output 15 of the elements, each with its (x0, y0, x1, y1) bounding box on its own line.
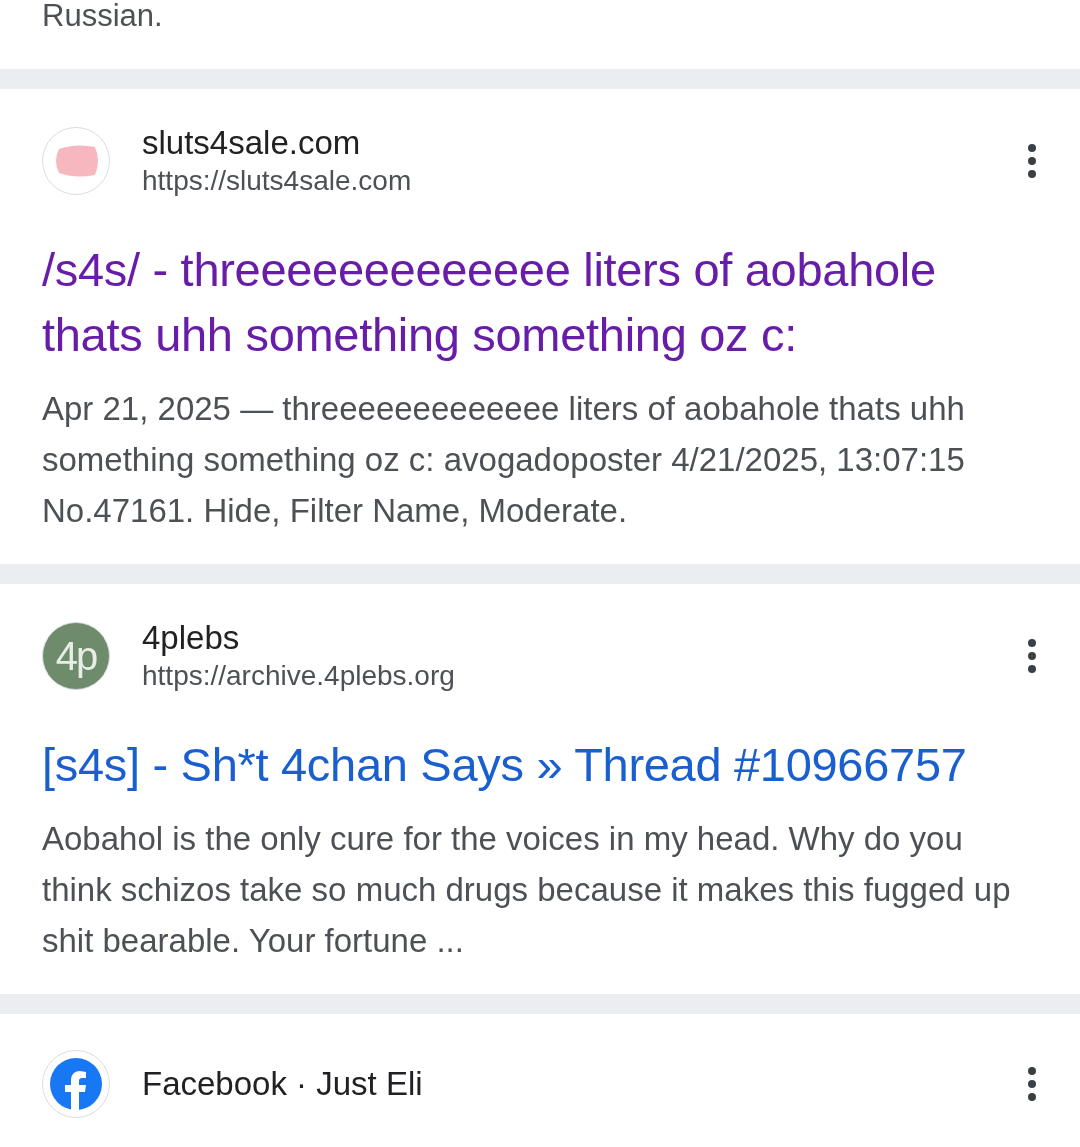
site-url: https://archive.4plebs.org (142, 660, 456, 692)
result-snippet: Aobahol is the only cure for the voices in my head. Why do you think schizos take so much drugs because it makes this fugged up shit bearable. Your fortune ... (42, 819, 1012, 961)
site-name: Facebook · Just Eli (142, 1066, 424, 1102)
result-snippet: Apr 21, 2025 — threeeeeeeeeeeee liters of aobahole thats uhh something something oz c: avogadoposter 4/21/2025, 13:07:15 No.47161. Hide, Filter Name, Moderate. (42, 389, 966, 531)
site-name: sluts4sale.com (142, 125, 362, 161)
snippet-text: Russian. (41, 0, 164, 35)
more-options-icon[interactable] (1026, 638, 1038, 674)
result-title-link[interactable]: /s4s/ - threeeeeeeeeeeee liters of aobahole thats uhh something something oz c: (42, 237, 1038, 367)
site-url: https://sluts4sale.com (142, 165, 413, 197)
more-options-icon[interactable] (1026, 143, 1038, 179)
result-title-link[interactable]: [s4s] - Sh*t 4chan Says » Thread #10966757 (42, 732, 1038, 797)
favicon-letters: 4p (55, 633, 97, 679)
more-options-icon[interactable] (1026, 1066, 1038, 1102)
site-name: 4plebs (142, 620, 241, 656)
facebook-icon (48, 1056, 104, 1112)
